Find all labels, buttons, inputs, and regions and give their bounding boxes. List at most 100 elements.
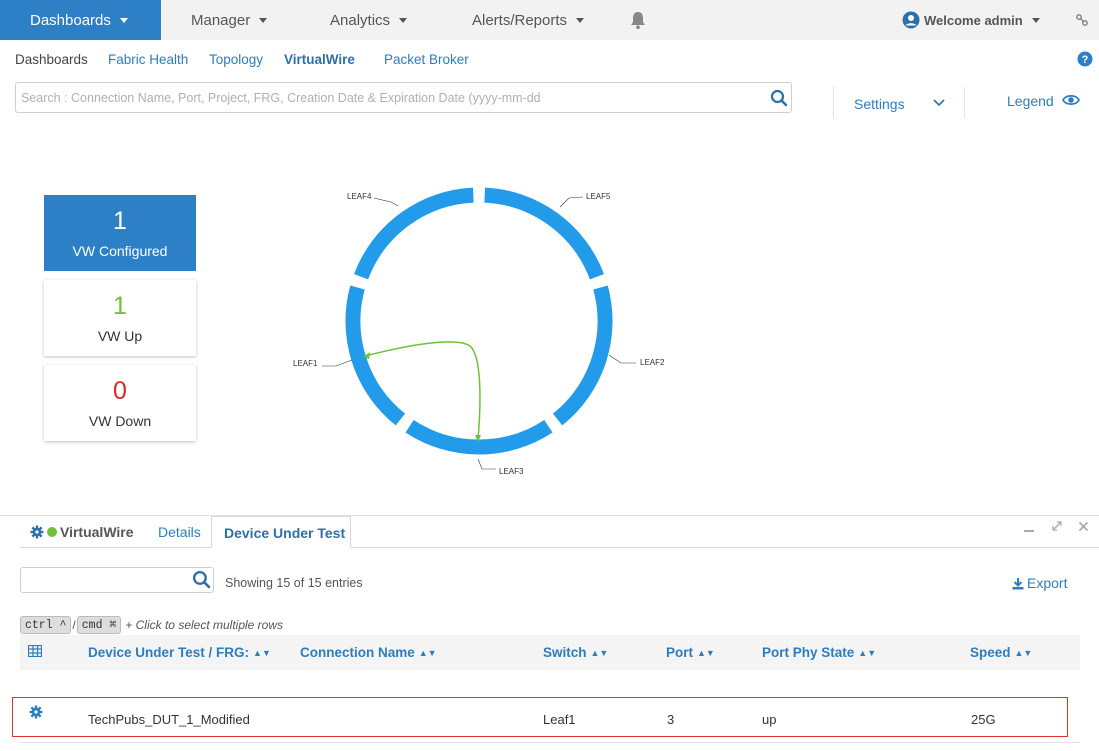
- column-chooser-icon[interactable]: [28, 645, 42, 657]
- apps-menu[interactable]: [1075, 0, 1089, 40]
- ring-segment-leaf4[interactable]: [484, 187, 604, 280]
- nav-alerts-reports[interactable]: Alerts/Reports: [472, 0, 585, 40]
- ring-segment-leaf5[interactable]: [552, 285, 613, 426]
- nav-alerts-label: Alerts/Reports: [472, 11, 568, 29]
- node-label-leaf2[interactable]: LEAF2: [640, 358, 665, 367]
- vw-configured-card[interactable]: 1 VW Configured: [44, 195, 196, 271]
- cmd-key: cmd ⌘: [76, 616, 122, 634]
- cell-switch: Leaf1: [543, 712, 576, 727]
- node-label-leaf1[interactable]: LEAF1: [293, 359, 318, 368]
- sort-icon: ▲▼: [697, 648, 715, 658]
- search-icon[interactable]: [192, 570, 211, 589]
- toolbar-divider: [833, 87, 834, 119]
- column-header-label: Port: [666, 645, 693, 660]
- subnav-packet-broker[interactable]: Packet Broker: [384, 52, 469, 67]
- search-icon[interactable]: [770, 89, 788, 107]
- column-header-connection-name[interactable]: Connection Name ▲▼: [300, 645, 437, 660]
- table-row[interactable]: TechPubs_DUT_1_Modified Leaf1 3 up 25G: [12, 697, 1068, 737]
- panel-divider: [0, 515, 1099, 516]
- table-search-input[interactable]: [25, 571, 185, 589]
- legend-toggle[interactable]: Legend: [1007, 93, 1080, 109]
- subnav-topology[interactable]: Topology: [209, 52, 263, 67]
- subnav-dashboards[interactable]: Dashboards: [15, 52, 88, 67]
- column-header-speed[interactable]: Speed ▲▼: [970, 645, 1032, 660]
- vw-configured-count: 1: [113, 207, 127, 235]
- cell-dut: TechPubs_DUT_1_Modified: [88, 712, 250, 727]
- search-bar: [15, 82, 792, 113]
- chevron-down-icon: [576, 17, 585, 23]
- status-dot: [47, 527, 57, 537]
- user-menu[interactable]: Welcome admin: [902, 0, 1040, 40]
- search-input[interactable]: [21, 87, 761, 109]
- nav-dashboards[interactable]: Dashboards: [0, 0, 161, 40]
- sort-icon: ▲▼: [253, 648, 271, 658]
- vw-up-count: 1: [113, 292, 127, 320]
- sort-icon: ▲▼: [590, 648, 609, 658]
- cell-speed: 25G: [971, 712, 996, 727]
- hint-text: + Click to select multiple rows: [125, 618, 284, 632]
- sort-icon: ▲▼: [858, 648, 877, 658]
- node-label-leaf5[interactable]: LEAF5: [586, 192, 611, 201]
- minimize-icon[interactable]: [1023, 522, 1035, 537]
- tab-virtualwire[interactable]: VirtualWire: [30, 524, 134, 540]
- entries-count: Showing 15 of 15 entries: [225, 576, 363, 590]
- column-header-switch[interactable]: Switch ▲▼: [543, 645, 608, 660]
- vw-up-label: VW Up: [97, 328, 143, 344]
- vw-up-card[interactable]: 1 VW Up: [44, 280, 196, 356]
- cell-port: 3: [667, 712, 675, 727]
- node-label-leaf4[interactable]: LEAF4: [347, 192, 372, 201]
- table-filter: [20, 567, 214, 593]
- vw-down-card[interactable]: 0 VW Down: [44, 365, 196, 441]
- bell-icon: [631, 12, 645, 29]
- gear-icon: [30, 525, 44, 539]
- vw-configured-label: VW Configured: [72, 243, 168, 259]
- close-icon[interactable]: [1078, 520, 1089, 535]
- subnav-virtualwire[interactable]: VirtualWire: [284, 52, 355, 67]
- nav-analytics[interactable]: Analytics: [330, 0, 408, 40]
- subnav-fabric-health[interactable]: Fabric Health: [108, 52, 188, 67]
- settings-dropdown[interactable]: Settings: [854, 96, 945, 112]
- ctrl-key: ctrl ^: [20, 616, 72, 634]
- tabs-divider: [20, 547, 1099, 548]
- sort-icon: ▲▼: [418, 648, 437, 658]
- ring-segment-leaf1[interactable]: [354, 187, 474, 280]
- column-header-port-phy-state[interactable]: Port Phy State ▲▼: [762, 645, 876, 660]
- nav-manager-label: Manager: [191, 11, 251, 29]
- svg-text:?: ?: [1082, 54, 1089, 66]
- gear-icon[interactable]: [29, 705, 43, 719]
- notifications-bell[interactable]: [628, 0, 648, 40]
- cell-port-phy-state: up: [762, 712, 777, 727]
- chevron-down-icon: [119, 17, 128, 23]
- column-header-label: Port Phy State: [762, 645, 855, 660]
- nav-manager[interactable]: Manager: [191, 0, 268, 40]
- expand-icon[interactable]: [1051, 520, 1063, 535]
- vw-down-label: VW Down: [88, 413, 152, 429]
- download-icon: [1012, 577, 1024, 589]
- sub-nav: Dashboards Fabric Health Topology Virtua…: [0, 40, 1099, 78]
- settings-label: Settings: [854, 96, 905, 112]
- column-header-label: Device Under Test / FRG:: [88, 645, 250, 660]
- tab-details[interactable]: Details: [158, 524, 201, 540]
- eye-icon: [1062, 94, 1080, 106]
- export-label: Export: [1027, 575, 1068, 591]
- hint-separator: /: [72, 618, 76, 632]
- chevron-down-icon: [259, 17, 268, 23]
- multi-select-hint: ctrl ^ / cmd ⌘ + Click to select multipl…: [20, 616, 283, 634]
- legend-label: Legend: [1007, 93, 1054, 109]
- column-header-label: Speed: [970, 645, 1011, 660]
- help-icon[interactable]: ?: [1077, 51, 1093, 67]
- node-label-leaf3[interactable]: LEAF3: [499, 467, 524, 476]
- tab-device-under-test[interactable]: Device Under Test: [211, 516, 351, 548]
- chevron-down-icon: [1031, 17, 1040, 23]
- export-button[interactable]: Export: [1012, 575, 1067, 591]
- user-icon: [902, 11, 920, 29]
- column-header-port[interactable]: Port ▲▼: [666, 645, 715, 660]
- topology-ring: LEAF4 LEAF5 LEAF2 LEAF3 LEAF1: [293, 187, 665, 476]
- tab-virtualwire-label: VirtualWire: [60, 524, 134, 540]
- column-header-dut[interactable]: Device Under Test / FRG: ▲▼: [88, 645, 271, 660]
- column-header-label: Connection Name: [300, 645, 415, 660]
- column-header-label: Switch: [543, 645, 587, 660]
- table-bottom-border: [20, 742, 1080, 743]
- vw-down-count: 0: [113, 377, 127, 405]
- network-icon: [1076, 14, 1088, 26]
